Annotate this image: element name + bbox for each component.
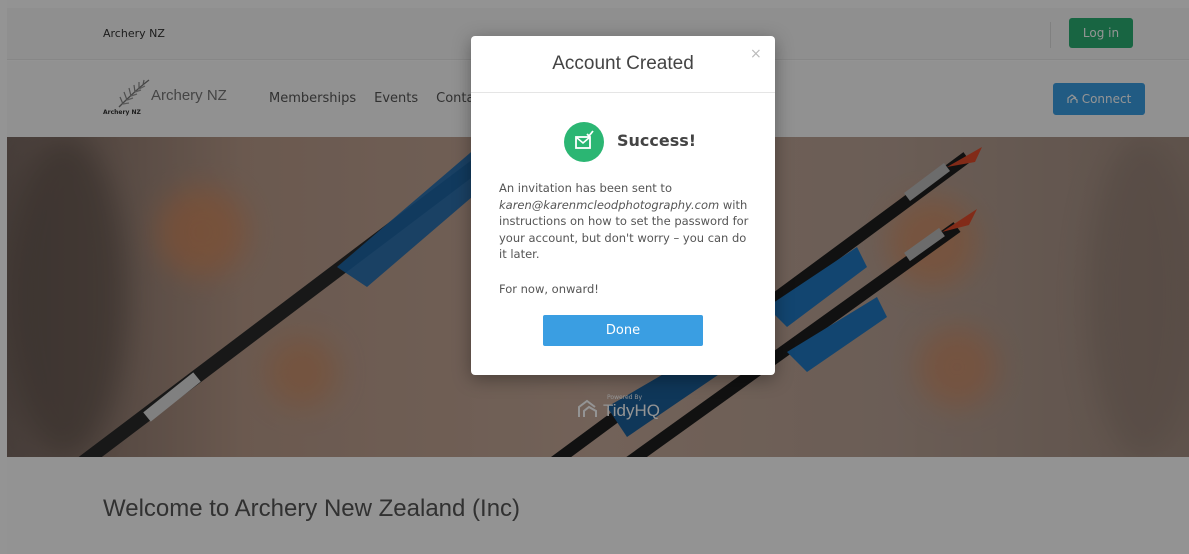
account-created-modal: Account Created × Success! An invitation… [471, 36, 775, 375]
invite-email: karen@karenmcleodphotography.com [499, 197, 720, 212]
done-button[interactable]: Done [543, 315, 703, 346]
modal-title: Account Created [552, 53, 694, 74]
onward-message: For now, onward! [499, 282, 599, 296]
success-heading: Success! [617, 131, 697, 150]
modal-header: Account Created × [471, 36, 775, 93]
invitation-message: An invitation has been sent to karen@kar… [499, 180, 755, 263]
message-prefix: An invitation has been sent to [499, 181, 672, 195]
envelope-check-icon [564, 122, 604, 162]
close-icon[interactable]: × [750, 46, 762, 62]
